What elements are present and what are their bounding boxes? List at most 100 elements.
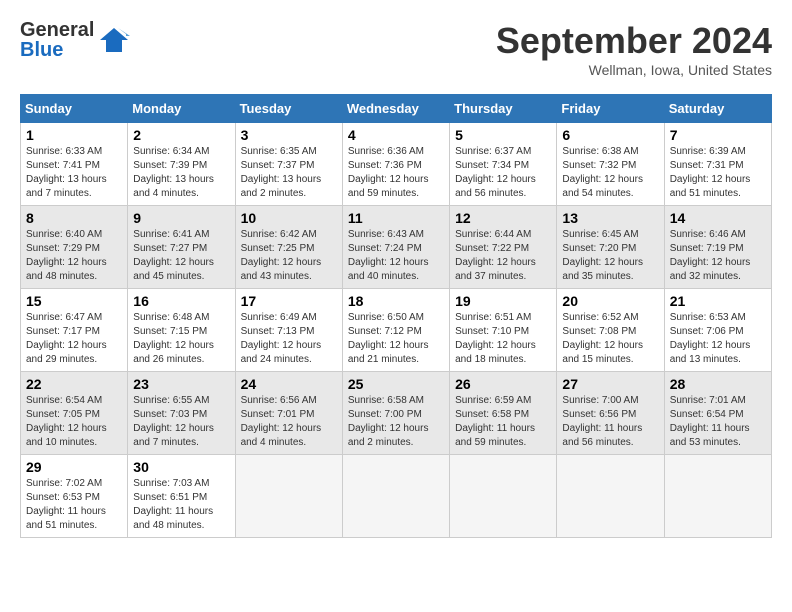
day-number: 15 bbox=[26, 293, 122, 309]
calendar-cell: 15 Sunrise: 6:47 AMSunset: 7:17 PMDayligh… bbox=[21, 289, 128, 372]
calendar-cell bbox=[235, 455, 342, 538]
day-number: 14 bbox=[670, 210, 766, 226]
calendar-table: SundayMondayTuesdayWednesdayThursdayFrid… bbox=[20, 94, 772, 538]
day-number: 13 bbox=[562, 210, 658, 226]
calendar-cell: 2 Sunrise: 6:34 AMSunset: 7:39 PMDaylight… bbox=[128, 123, 235, 206]
day-number: 19 bbox=[455, 293, 551, 309]
calendar-cell: 16Sunrise: 6:48 AMSunset: 7:15 PMDayligh… bbox=[128, 289, 235, 372]
day-number: 11 bbox=[348, 210, 444, 226]
day-number: 21 bbox=[670, 293, 766, 309]
day-info: Sunrise: 6:53 AMSunset: 7:06 PMDaylight:… bbox=[670, 311, 766, 367]
day-info: Sunrise: 6:55 AMSunset: 7:03 PMDaylight:… bbox=[133, 394, 229, 450]
day-number: 8 bbox=[26, 210, 122, 226]
logo-text-blue: Blue bbox=[20, 40, 94, 60]
day-number: 20 bbox=[562, 293, 658, 309]
calendar-cell: 23 Sunrise: 6:55 AMSunset: 7:03 PMDayligh… bbox=[128, 372, 235, 455]
day-number: 17 bbox=[241, 293, 337, 309]
calendar-cell: 11 Sunrise: 6:43 AMSunset: 7:24 PMDayligh… bbox=[342, 206, 449, 289]
calendar-cell: 10 Sunrise: 6:42 AMSunset: 7:25 PMDayligh… bbox=[235, 206, 342, 289]
calendar-cell: 20 Sunrise: 6:52 AMSunset: 7:08 PMDayligh… bbox=[557, 289, 664, 372]
day-info: Sunrise: 6:37 AMSunset: 7:34 PMDaylight:… bbox=[455, 145, 551, 201]
calendar-cell: 17Sunrise: 6:49 AMSunset: 7:13 PMDayligh… bbox=[235, 289, 342, 372]
day-number: 27 bbox=[562, 376, 658, 392]
day-number: 18 bbox=[348, 293, 444, 309]
day-number: 9 bbox=[133, 210, 229, 226]
calendar-cell: 30 Sunrise: 7:03 AMSunset: 6:51 PMDayligh… bbox=[128, 455, 235, 538]
day-number: 28 bbox=[670, 376, 766, 392]
day-number: 10 bbox=[241, 210, 337, 226]
calendar-cell: 9 Sunrise: 6:41 AMSunset: 7:27 PMDaylight… bbox=[128, 206, 235, 289]
day-info: Sunrise: 6:43 AMSunset: 7:24 PMDaylight:… bbox=[348, 228, 444, 284]
calendar-week-row: 15 Sunrise: 6:47 AMSunset: 7:17 PMDayligh… bbox=[21, 289, 772, 372]
col-header-thursday: Thursday bbox=[450, 95, 557, 123]
day-info: Sunrise: 6:35 AMSunset: 7:37 PMDaylight:… bbox=[241, 145, 337, 201]
calendar-cell bbox=[664, 455, 771, 538]
calendar-cell: 19 Sunrise: 6:51 AMSunset: 7:10 PMDayligh… bbox=[450, 289, 557, 372]
day-info: Sunrise: 6:44 AMSunset: 7:22 PMDaylight:… bbox=[455, 228, 551, 284]
col-header-monday: Monday bbox=[128, 95, 235, 123]
logo: General Blue bbox=[20, 20, 130, 60]
calendar-week-row: 8Sunrise: 6:40 AMSunset: 7:29 PMDaylight… bbox=[21, 206, 772, 289]
day-number: 29 bbox=[26, 459, 122, 475]
calendar-header-row: SundayMondayTuesdayWednesdayThursdayFrid… bbox=[21, 95, 772, 123]
calendar-cell: 13 Sunrise: 6:45 AMSunset: 7:20 PMDayligh… bbox=[557, 206, 664, 289]
calendar-cell bbox=[342, 455, 449, 538]
calendar-cell: 24Sunrise: 6:56 AMSunset: 7:01 PMDayligh… bbox=[235, 372, 342, 455]
day-number: 6 bbox=[562, 127, 658, 143]
day-number: 30 bbox=[133, 459, 229, 475]
day-number: 4 bbox=[348, 127, 444, 143]
day-info: Sunrise: 6:39 AMSunset: 7:31 PMDaylight:… bbox=[670, 145, 766, 201]
day-info: Sunrise: 6:48 AMSunset: 7:15 PMDaylight:… bbox=[133, 311, 229, 367]
calendar-cell: 25 Sunrise: 6:58 AMSunset: 7:00 PMDayligh… bbox=[342, 372, 449, 455]
col-header-saturday: Saturday bbox=[664, 95, 771, 123]
location: Wellman, Iowa, United States bbox=[496, 62, 772, 78]
calendar-cell: 21 Sunrise: 6:53 AMSunset: 7:06 PMDayligh… bbox=[664, 289, 771, 372]
calendar-cell: 12Sunrise: 6:44 AMSunset: 7:22 PMDayligh… bbox=[450, 206, 557, 289]
day-number: 25 bbox=[348, 376, 444, 392]
day-number: 2 bbox=[133, 127, 229, 143]
calendar-cell: 18 Sunrise: 6:50 AMSunset: 7:12 PMDayligh… bbox=[342, 289, 449, 372]
page-header: General Blue September 2024 Wellman, Iow… bbox=[20, 20, 772, 78]
calendar-cell: 27 Sunrise: 7:00 AMSunset: 6:56 PMDayligh… bbox=[557, 372, 664, 455]
day-info: Sunrise: 6:50 AMSunset: 7:12 PMDaylight:… bbox=[348, 311, 444, 367]
day-info: Sunrise: 6:45 AMSunset: 7:20 PMDaylight:… bbox=[562, 228, 658, 284]
day-info: Sunrise: 6:46 AMSunset: 7:19 PMDaylight:… bbox=[670, 228, 766, 284]
day-info: Sunrise: 7:00 AMSunset: 6:56 PMDaylight:… bbox=[562, 394, 658, 450]
day-info: Sunrise: 7:03 AMSunset: 6:51 PMDaylight:… bbox=[133, 477, 229, 533]
day-info: Sunrise: 6:42 AMSunset: 7:25 PMDaylight:… bbox=[241, 228, 337, 284]
day-number: 22 bbox=[26, 376, 122, 392]
title-block: September 2024 Wellman, Iowa, United Sta… bbox=[496, 20, 772, 78]
col-header-friday: Friday bbox=[557, 95, 664, 123]
calendar-cell: 22 Sunrise: 6:54 AMSunset: 7:05 PMDayligh… bbox=[21, 372, 128, 455]
calendar-cell: 26Sunrise: 6:59 AMSunset: 6:58 PMDayligh… bbox=[450, 372, 557, 455]
day-info: Sunrise: 6:47 AMSunset: 7:17 PMDaylight:… bbox=[26, 311, 122, 367]
day-info: Sunrise: 6:51 AMSunset: 7:10 PMDaylight:… bbox=[455, 311, 551, 367]
day-number: 7 bbox=[670, 127, 766, 143]
month-title: September 2024 bbox=[496, 20, 772, 62]
day-info: Sunrise: 6:54 AMSunset: 7:05 PMDaylight:… bbox=[26, 394, 122, 450]
calendar-cell: 6Sunrise: 6:38 AMSunset: 7:32 PMDaylight… bbox=[557, 123, 664, 206]
calendar-cell: 3Sunrise: 6:35 AMSunset: 7:37 PMDaylight… bbox=[235, 123, 342, 206]
calendar-cell: 1 Sunrise: 6:33 AMSunset: 7:41 PMDaylight… bbox=[21, 123, 128, 206]
day-number: 1 bbox=[26, 127, 122, 143]
calendar-cell: 7 Sunrise: 6:39 AMSunset: 7:31 PMDaylight… bbox=[664, 123, 771, 206]
day-info: Sunrise: 6:41 AMSunset: 7:27 PMDaylight:… bbox=[133, 228, 229, 284]
day-number: 5 bbox=[455, 127, 551, 143]
calendar-cell: 8Sunrise: 6:40 AMSunset: 7:29 PMDaylight… bbox=[21, 206, 128, 289]
day-info: Sunrise: 7:01 AMSunset: 6:54 PMDaylight:… bbox=[670, 394, 766, 450]
calendar-week-row: 22 Sunrise: 6:54 AMSunset: 7:05 PMDayligh… bbox=[21, 372, 772, 455]
day-number: 26 bbox=[455, 376, 551, 392]
day-info: Sunrise: 6:58 AMSunset: 7:00 PMDaylight:… bbox=[348, 394, 444, 450]
day-info: Sunrise: 6:34 AMSunset: 7:39 PMDaylight:… bbox=[133, 145, 229, 201]
logo-text-general: General bbox=[20, 20, 94, 40]
day-number: 24 bbox=[241, 376, 337, 392]
col-header-tuesday: Tuesday bbox=[235, 95, 342, 123]
calendar-cell: 4Sunrise: 6:36 AMSunset: 7:36 PMDaylight… bbox=[342, 123, 449, 206]
day-info: Sunrise: 6:33 AMSunset: 7:41 PMDaylight:… bbox=[26, 145, 122, 201]
col-header-wednesday: Wednesday bbox=[342, 95, 449, 123]
day-info: Sunrise: 6:52 AMSunset: 7:08 PMDaylight:… bbox=[562, 311, 658, 367]
calendar-week-row: 29Sunrise: 7:02 AMSunset: 6:53 PMDayligh… bbox=[21, 455, 772, 538]
calendar-week-row: 1 Sunrise: 6:33 AMSunset: 7:41 PMDaylight… bbox=[21, 123, 772, 206]
calendar-cell: 29Sunrise: 7:02 AMSunset: 6:53 PMDayligh… bbox=[21, 455, 128, 538]
day-number: 23 bbox=[133, 376, 229, 392]
